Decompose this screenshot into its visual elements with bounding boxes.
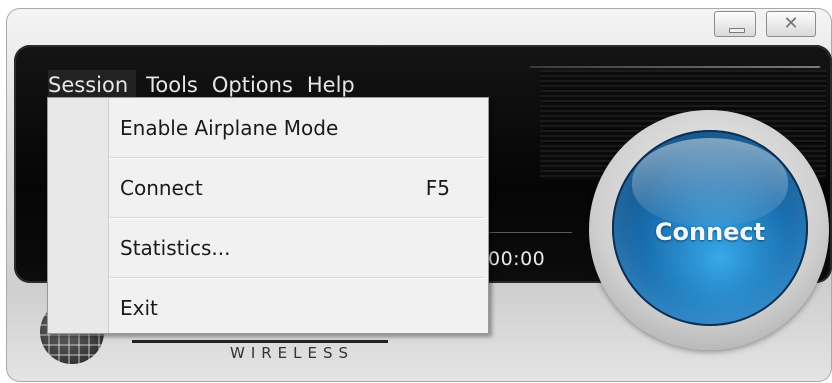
close-icon: ✕ (783, 13, 799, 34)
menu-bar: Session Tools Options Help (48, 70, 363, 100)
connect-button[interactable]: Connect (612, 130, 808, 326)
menu-tools[interactable]: Tools (136, 70, 206, 100)
connection-timer: 00:00 (488, 248, 546, 270)
menu-item-label: Exit (120, 296, 158, 320)
session-dropdown-menu: Enable Airplane Mode Connect F5 Statisti… (47, 97, 489, 334)
menu-session[interactable]: Session (48, 70, 137, 100)
menu-help[interactable]: Help (301, 70, 363, 100)
connect-button-label: Connect (654, 218, 766, 246)
menu-item-connect[interactable]: Connect F5 (48, 158, 488, 218)
menu-item-label: Connect (120, 176, 203, 200)
timer-divider (486, 232, 572, 233)
menu-item-enable-airplane-mode[interactable]: Enable Airplane Mode (48, 98, 488, 158)
panel-divider (529, 66, 821, 68)
menu-item-shortcut: F5 (425, 176, 450, 200)
menu-options[interactable]: Options (206, 70, 301, 100)
minimize-icon (729, 28, 745, 33)
close-button[interactable]: ✕ (766, 11, 816, 37)
menu-item-statistics[interactable]: Statistics... (48, 218, 488, 278)
minimize-button[interactable] (714, 11, 756, 37)
logo-underline (132, 340, 388, 343)
menu-item-label: Enable Airplane Mode (120, 116, 339, 140)
button-gloss (632, 138, 788, 226)
menu-item-label: Statistics... (120, 236, 231, 260)
logo-subtitle: WIRELESS (230, 344, 355, 362)
menu-item-exit[interactable]: Exit (48, 278, 488, 338)
